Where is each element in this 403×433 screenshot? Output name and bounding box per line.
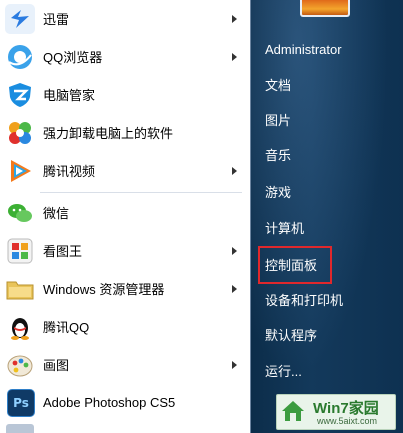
places-devices-printers[interactable]: 设备和打印机 [265, 291, 343, 311]
control-panel-highlight-box [258, 246, 332, 284]
menu-item-label: 电脑管家 [43, 88, 96, 103]
places-games[interactable]: 游戏 [265, 183, 291, 203]
submenu-arrow-icon [232, 360, 237, 369]
user-avatar[interactable] [300, 0, 350, 17]
submenu-arrow-icon [232, 14, 237, 23]
submenu-arrow-icon [232, 246, 237, 255]
menu-item-explorer[interactable]: Windows 资源管理器 [0, 270, 250, 307]
menu-item-photoshop[interactable]: Ps Adobe Photoshop CS5 [0, 384, 250, 421]
submenu-arrow-icon [232, 166, 237, 175]
menu-item-label: 微信 [43, 206, 70, 221]
submenu-arrow-icon [232, 284, 237, 293]
places-default-programs[interactable]: 默认程序 [265, 326, 317, 346]
menu-separator [40, 192, 242, 193]
menu-item-tencent-video[interactable]: 腾讯视频 [0, 152, 250, 189]
menu-item-wechat[interactable]: 微信 [0, 194, 250, 231]
uninstall-icon [5, 118, 35, 148]
menu-item-label: 看图王 [43, 244, 83, 259]
wechat-icon [5, 198, 35, 228]
menu-item-label: Adobe Photoshop CS5 [43, 395, 176, 410]
places-run[interactable]: 运行... [265, 362, 302, 382]
tencent-video-icon [5, 156, 35, 186]
menu-item-qq-browser[interactable]: QQ浏览器 [0, 38, 250, 75]
qq-browser-icon [5, 42, 35, 72]
menu-item-label: Windows 资源管理器 [43, 282, 165, 297]
menu-item-partial [0, 424, 250, 433]
menu-item-label: 腾讯视频 [43, 164, 96, 179]
menu-item-label: 腾讯QQ [43, 320, 90, 335]
menu-item-pc-manager[interactable]: 电脑管家 [0, 76, 250, 113]
image-viewer-icon [5, 236, 35, 266]
menu-item-label: 强力卸载电脑上的软件 [43, 126, 174, 141]
places-music[interactable]: 音乐 [265, 146, 291, 166]
places-computer[interactable]: 计算机 [265, 219, 304, 239]
watermark-badge: Win7家园 www.5aixt.com [276, 394, 396, 430]
programs-pane: 迅雷 QQ浏览器 电脑管家 强力卸载电脑上的软件 腾讯视频 微信 看图王 Win… [0, 0, 250, 433]
places-pictures[interactable]: 图片 [265, 111, 291, 131]
submenu-arrow-icon [232, 52, 237, 61]
menu-item-image-viewer[interactable]: 看图王 [0, 232, 250, 269]
xunlei-icon [5, 3, 35, 34]
explorer-folder-icon [5, 274, 35, 304]
menu-item-label: 画图 [43, 358, 70, 373]
watermark-title: Win7家园 [313, 400, 379, 417]
menu-item-label: QQ浏览器 [43, 50, 103, 65]
watermark-url: www.5aixt.com [317, 416, 378, 426]
house-logo-icon [280, 398, 306, 424]
qq-penguin-icon [5, 312, 35, 342]
paint-icon [5, 350, 35, 380]
pc-manager-icon [5, 80, 35, 110]
menu-item-uninstall[interactable]: 强力卸载电脑上的软件 [0, 114, 250, 151]
menu-item-tencent-qq[interactable]: 腾讯QQ [0, 308, 250, 345]
menu-item-xunlei[interactable]: 迅雷 [0, 0, 250, 37]
user-name-link[interactable]: Administrator [265, 40, 342, 60]
photoshop-icon: Ps [7, 388, 35, 417]
menu-item-paint[interactable]: 画图 [0, 346, 250, 383]
places-documents[interactable]: 文档 [265, 76, 291, 96]
menu-item-label: 迅雷 [43, 12, 70, 27]
